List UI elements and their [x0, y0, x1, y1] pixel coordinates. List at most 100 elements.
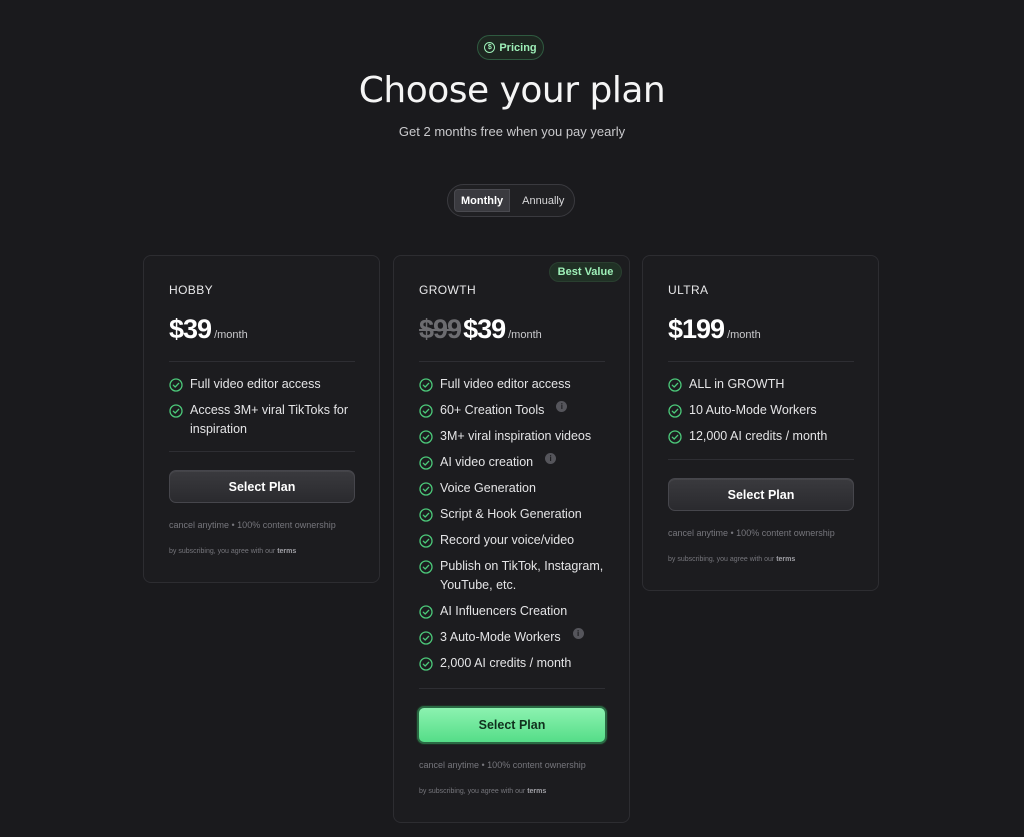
feature-item: 10 Auto-Mode Workers — [668, 401, 868, 420]
old-price: $99 — [419, 314, 462, 344]
feature-item: 12,000 AI credits / month — [668, 427, 868, 446]
feature-item: 3 Auto-Mode Workers i — [419, 628, 619, 647]
select-plan-button-ultra[interactable]: Select Plan — [668, 478, 854, 511]
toggle-monthly[interactable]: Monthly — [454, 189, 511, 212]
terms-link[interactable]: terms — [776, 556, 795, 563]
feature-text: 10 Auto-Mode Workers — [689, 403, 817, 417]
feature-item: Script & Hook Generation — [419, 505, 619, 524]
select-plan-button-hobby[interactable]: Select Plan — [169, 470, 355, 503]
check-circle-icon — [169, 378, 183, 392]
feature-item: 2,000 AI credits / month — [419, 654, 619, 673]
feature-item: ALL in GROWTH — [668, 375, 868, 394]
plan-card-growth: GROWTH $99 $39 /month Full video editor … — [393, 255, 630, 823]
page-subtitle: Get 2 months free when you pay yearly — [398, 124, 626, 139]
info-icon[interactable]: i — [556, 401, 568, 412]
divider — [419, 361, 605, 362]
feature-item: Full video editor access — [419, 375, 619, 394]
page-title: Choose your plan — [358, 70, 666, 111]
feature-item: Voice Generation — [419, 479, 619, 498]
price-period: /month — [727, 329, 761, 341]
billing-toggle: Monthly Annually — [447, 184, 575, 217]
info-icon[interactable]: i — [545, 453, 557, 464]
check-circle-icon — [668, 378, 682, 392]
check-circle-icon — [419, 508, 433, 522]
feature-text: Publish on TikTok, Instagram, YouTube, e… — [440, 559, 604, 592]
info-icon[interactable]: i — [572, 628, 584, 639]
check-circle-icon — [668, 430, 682, 444]
plan-name: HOBBY — [169, 283, 214, 297]
feature-text: Full video editor access — [440, 377, 571, 391]
feature-item: Record your voice/video — [419, 531, 619, 550]
feature-item: Access 3M+ viral TikToks for inspiration — [169, 401, 369, 439]
feature-list: Full video editor access 60+ Creation Too… — [419, 375, 619, 680]
feature-text: 3 Auto-Mode Workers — [440, 630, 561, 644]
feature-item: Publish on TikTok, Instagram, YouTube, e… — [419, 557, 619, 595]
feature-item: 3M+ viral inspiration videos — [419, 427, 619, 446]
price-period: /month — [214, 329, 248, 341]
pricing-pill-label: Pricing — [499, 41, 537, 54]
terms-prefix: by subscribing, you agree with our — [419, 788, 526, 795]
check-circle-icon — [419, 534, 433, 548]
plan-name: ULTRA — [668, 283, 709, 297]
divider — [668, 459, 854, 460]
terms-text: by subscribing, you agree with our terms — [169, 548, 296, 555]
feature-list: Full video editor access Access 3M+ viral… — [169, 375, 369, 446]
feature-text: Script & Hook Generation — [440, 507, 582, 521]
terms-text: by subscribing, you agree with our terms — [668, 556, 795, 563]
check-circle-icon — [419, 404, 433, 418]
terms-link[interactable]: terms — [277, 548, 296, 555]
plan-name: GROWTH — [419, 283, 477, 297]
price: $39 — [169, 314, 212, 344]
plan-card-ultra: ULTRA $199 /month ALL in GROWTH 10 Auto-M… — [642, 255, 879, 591]
price: $199 — [668, 314, 725, 344]
check-circle-icon — [419, 430, 433, 444]
feature-item: AI Influencers Creation — [419, 602, 619, 621]
divider — [419, 688, 605, 689]
check-circle-icon — [419, 560, 433, 574]
price: $39 — [463, 314, 506, 344]
price-period: /month — [508, 329, 542, 341]
divider — [169, 451, 355, 452]
feature-item: 60+ Creation Tools i — [419, 401, 619, 420]
feature-text: Record your voice/video — [440, 533, 575, 547]
cancel-note: cancel anytime • 100% content ownership — [169, 520, 336, 530]
feature-text: Voice Generation — [440, 481, 536, 495]
check-circle-icon — [419, 482, 433, 496]
cancel-note: cancel anytime • 100% content ownership — [419, 760, 586, 770]
feature-text: Access 3M+ viral TikToks for inspiration — [190, 403, 349, 436]
check-circle-icon — [668, 404, 682, 418]
toggle-annually[interactable]: Annually — [510, 189, 570, 212]
cancel-note: cancel anytime • 100% content ownership — [668, 528, 835, 538]
price-row: $199 /month — [668, 314, 761, 345]
terms-link[interactable]: terms — [527, 788, 546, 795]
check-circle-icon — [169, 404, 183, 418]
check-circle-icon — [419, 605, 433, 619]
check-circle-icon — [419, 657, 433, 671]
select-plan-button-growth[interactable]: Select Plan — [417, 706, 607, 744]
feature-text: Full video editor access — [190, 377, 321, 391]
terms-prefix: by subscribing, you agree with our — [169, 548, 276, 555]
check-circle-icon — [419, 378, 433, 392]
terms-text: by subscribing, you agree with our terms — [419, 788, 546, 795]
divider — [668, 361, 854, 362]
feature-text: 12,000 AI credits / month — [689, 429, 828, 443]
terms-prefix: by subscribing, you agree with our — [668, 556, 775, 563]
feature-list: ALL in GROWTH 10 Auto-Mode Workers 12,000 … — [668, 375, 868, 453]
feature-text: 3M+ viral inspiration videos — [440, 429, 592, 443]
plan-card-hobby: HOBBY $39 /month Full video editor acces… — [143, 255, 380, 583]
check-circle-icon — [419, 456, 433, 470]
feature-text: 2,000 AI credits / month — [440, 656, 572, 670]
best-value-badge: Best Value — [549, 262, 622, 282]
price-row: $39 /month — [169, 314, 248, 345]
divider — [169, 361, 355, 362]
price-row: $99 $39 /month — [419, 314, 542, 345]
feature-text: AI video creation — [440, 455, 534, 469]
dollar-circle-icon: $ — [484, 42, 496, 53]
pricing-pill: $ Pricing — [477, 35, 544, 60]
feature-item: AI video creation i — [419, 453, 619, 472]
feature-text: 60+ Creation Tools — [440, 403, 545, 417]
feature-text: ALL in GROWTH — [689, 377, 785, 391]
feature-item: Full video editor access — [169, 375, 369, 394]
feature-text: AI Influencers Creation — [440, 604, 568, 618]
check-circle-icon — [419, 631, 433, 645]
